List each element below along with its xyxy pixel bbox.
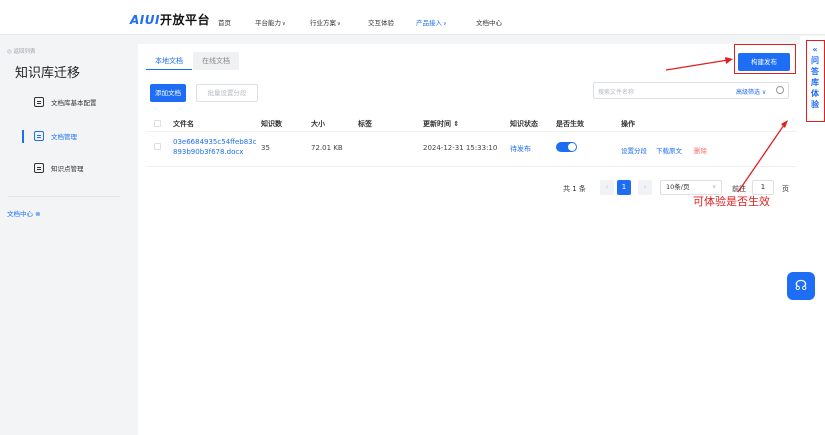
nav-platform[interactable]: 平台能力∨ <box>255 17 286 27</box>
top-navbar: AIUI开放平台 首页 平台能力∨ 行业方案∨ 交互体验 产品接入∨ 文档中心 <box>0 0 825 35</box>
nav-industry[interactable]: 行业方案∨ <box>310 17 341 27</box>
col-status: 知识状态 <box>510 120 538 128</box>
tab-online-docs[interactable]: 在线文档 <box>193 52 239 70</box>
status-badge: 待发布 <box>510 145 531 153</box>
doc-tabs: 本地文档 在线文档 <box>146 52 240 70</box>
nav-industry-label: 行业方案 <box>310 19 336 27</box>
file-name-line-1: 03e6684935c54ffeb83c <box>173 138 257 146</box>
page-1-button[interactable]: 1 <box>617 180 631 195</box>
next-page-button[interactable]: › <box>638 180 652 195</box>
batch-segment-button[interactable]: 批量设置分段 <box>196 84 258 102</box>
sidebar-item-label: 文档管理 <box>51 133 77 141</box>
row-divider <box>146 166 796 167</box>
search-icon[interactable] <box>776 86 784 94</box>
advanced-filter-button[interactable]: 高级筛选 ∨ <box>736 87 766 96</box>
select-all-checkbox[interactable] <box>154 120 161 127</box>
col-effective: 是否生效 <box>556 120 584 128</box>
search-box[interactable]: 搜索文件名称 高级筛选 ∨ <box>593 82 789 99</box>
logo-text: 开放平台 <box>159 13 210 27</box>
logo[interactable]: AIUI开放平台 <box>130 11 210 28</box>
nav-home[interactable]: 首页 <box>218 17 231 27</box>
sidebar-title: 知识库迁移 <box>15 66 81 81</box>
annotation-box-right-panel <box>806 40 825 122</box>
goto-suffix: 页 <box>782 185 789 193</box>
file-name-line-2: 893b90b3f678.docx <box>173 148 244 156</box>
add-document-button[interactable]: 添加文档 <box>150 84 186 102</box>
col-size: 大小 <box>311 120 325 128</box>
col-actions: 操作 <box>621 120 635 128</box>
pagination-total: 共 1 条 <box>563 185 586 193</box>
page-size-value: 10条/页 <box>666 183 690 191</box>
sidebar-divider <box>8 196 120 197</box>
download-original-link[interactable]: 下载原文 <box>656 145 682 155</box>
annotation-text: 可体验是否生效 <box>693 195 770 208</box>
sidebar-item-label: 知识点管理 <box>51 165 84 173</box>
delete-link[interactable]: 删除 <box>694 145 707 155</box>
set-segment-link[interactable]: 设置分段 <box>621 145 647 155</box>
logo-mark: AIUI <box>130 13 160 27</box>
tab-local-docs[interactable]: 本地文档 <box>146 52 192 70</box>
col-tag: 标签 <box>358 120 372 128</box>
active-indicator <box>22 130 24 143</box>
updated-time: 2024-12-31 15:33:10 <box>423 144 498 152</box>
headset-icon[interactable]: ☊ <box>787 272 815 300</box>
effective-toggle[interactable] <box>556 142 577 152</box>
file-name-link[interactable]: 03e6684935c54ffeb83c 893b90b3f678.docx <box>173 137 256 157</box>
sidebar-item-doc-config[interactable]: 文档库基本配置 <box>34 97 97 107</box>
doc-center-link[interactable]: 文档中心 ⊗ <box>7 208 41 218</box>
file-size: 72.01 KB <box>311 144 343 152</box>
sidebar: ◎ 返回列表 知识库迁移 文档库基本配置 文档管理 知识点管理 文档中心 ⊗ <box>0 36 130 435</box>
nav-experience[interactable]: 交互体验 <box>368 17 394 27</box>
nav-platform-label: 平台能力 <box>255 19 281 27</box>
chevron-down-icon: ∨ <box>443 21 447 27</box>
book-icon <box>34 163 44 173</box>
knowledge-count: 35 <box>261 144 270 152</box>
col-updated[interactable]: 更新时间 ⇕ <box>423 119 459 129</box>
nav-docs[interactable]: 文档中心 <box>476 17 502 27</box>
col-knowledge-count: 知识数 <box>261 120 282 128</box>
chevron-down-icon: ∨ <box>337 21 341 27</box>
sidebar-item-knowledge-manage[interactable]: 知识点管理 <box>34 163 84 173</box>
sidebar-item-label: 文档库基本配置 <box>51 99 97 107</box>
doc-manage-icon <box>34 131 44 141</box>
col-file-name: 文件名 <box>173 120 194 128</box>
main-panel: 本地文档 在线文档 ? 构建发布 添加文档 批量设置分段 搜索文件名称 高级筛选… <box>138 44 800 435</box>
sidebar-item-doc-manage[interactable]: 文档管理 <box>34 131 77 141</box>
chevron-down-icon: ∨ <box>282 21 286 27</box>
header-divider <box>146 131 796 132</box>
search-input[interactable]: 搜索文件名称 <box>598 87 634 96</box>
prev-page-button[interactable]: ‹ <box>600 180 614 195</box>
config-doc-icon <box>34 97 44 107</box>
annotation-box-build <box>734 44 796 74</box>
nav-product-access[interactable]: 产品接入∨ <box>416 17 447 27</box>
back-to-list-link[interactable]: ◎ 返回列表 <box>7 47 36 55</box>
nav-product-access-label: 产品接入 <box>416 19 442 27</box>
row-checkbox[interactable] <box>154 143 161 150</box>
